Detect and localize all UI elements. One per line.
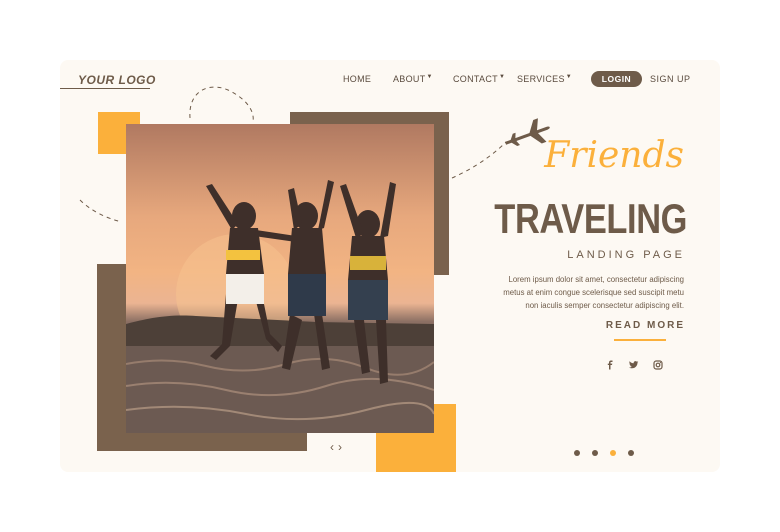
slider-arrows: ‹› [330,440,346,454]
caret-down-icon: ▼ [426,74,433,80]
logo[interactable]: YOUR LOGO [78,73,156,87]
twitter-icon[interactable] [629,360,639,370]
hero-script-title: Friends [544,135,684,176]
read-more-button[interactable]: READ MORE [606,320,685,331]
hero-subtitle: LANDING PAGE [567,249,685,261]
hero-title: TRAVELING [494,195,687,242]
caret-down-icon: ▼ [498,74,506,80]
nav-services[interactable]: SERVICES▼ [517,74,572,84]
slider-dot-active[interactable] [610,450,616,456]
slider-dot[interactable] [592,450,598,456]
login-button[interactable]: LOGIN [591,71,642,87]
chevron-left-icon[interactable]: ‹ [330,440,338,454]
caret-down-icon: ▼ [565,74,573,80]
slider-dot[interactable] [628,450,634,456]
description-line: metus at enim congue scelerisque sed sus… [503,288,684,297]
nav-about[interactable]: ABOUT▼ [393,74,433,84]
description-line: non iaculis semper consectetur adipiscin… [525,301,684,310]
instagram-icon[interactable] [653,360,663,370]
nav-services-label: SERVICES [517,74,565,84]
signup-link[interactable]: SIGN UP [650,74,691,84]
chevron-right-icon[interactable]: › [338,440,346,454]
hero-photo [126,124,434,433]
slider-dot[interactable] [574,450,580,456]
nav-home[interactable]: HOME [343,74,371,84]
read-more-underline [614,339,666,341]
nav-home-label: HOME [343,74,372,84]
landing-card: YOUR LOGO HOME ABOUT▼ CONTACT▼ SERVICES▼… [60,60,720,472]
facebook-icon[interactable] [605,360,615,370]
hero-description: Lorem ipsum dolor sit amet, consectetur … [474,273,684,312]
nav-contact-label: CONTACT [453,74,498,84]
logo-underline [60,88,150,89]
nav-about-label: ABOUT [393,74,426,84]
description-line: Lorem ipsum dolor sit amet, consectetur … [508,275,684,284]
nav-contact[interactable]: CONTACT▼ [453,74,505,84]
